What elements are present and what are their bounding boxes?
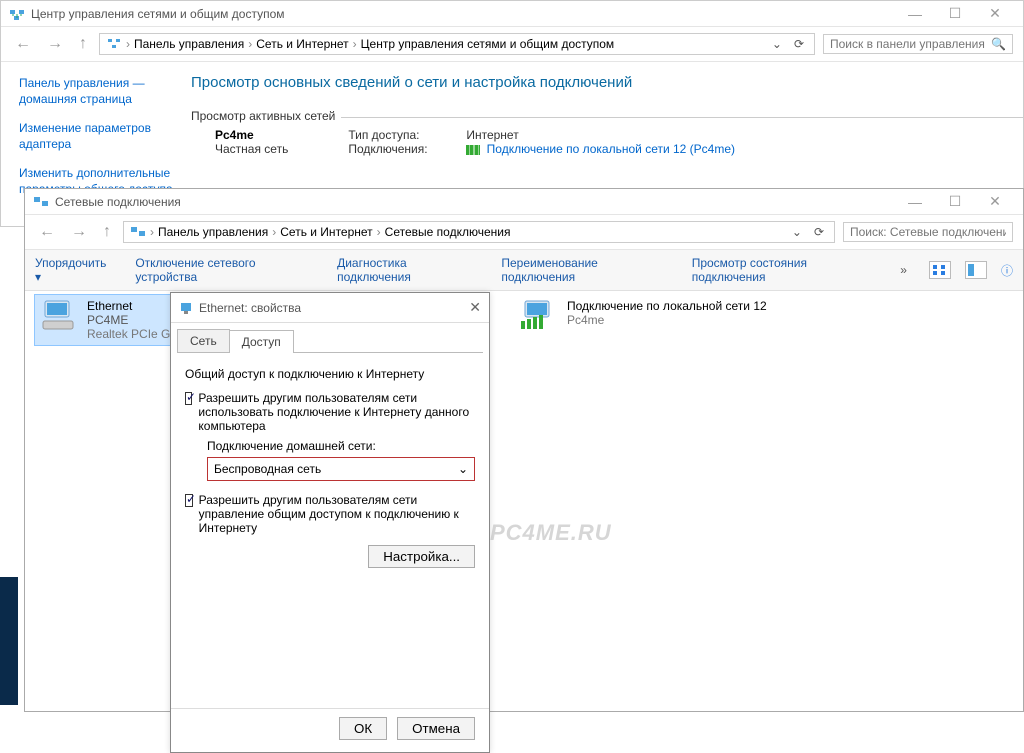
ethernet-adapter-icon bbox=[39, 299, 79, 333]
chevron-right-icon: › bbox=[377, 225, 381, 239]
network-center-icon bbox=[9, 6, 25, 22]
close-icon[interactable]: ✕ bbox=[469, 299, 481, 316]
signal-bars-icon bbox=[466, 145, 480, 155]
checkbox-checked-icon[interactable] bbox=[185, 392, 192, 405]
network-name: Pc4me bbox=[215, 128, 288, 142]
nav-row: ← → ↑ › Панель управления › Сеть и Интер… bbox=[1, 27, 1023, 62]
page-heading: Просмотр основных сведений о сети и наст… bbox=[191, 74, 1023, 91]
access-type-value: Интернет bbox=[466, 128, 518, 142]
toolbar: Упорядочить ▾ Отключение сетевого устрой… bbox=[25, 250, 1023, 291]
window-title: Центр управления сетями и общим доступом bbox=[31, 7, 895, 21]
view-mode-button[interactable] bbox=[929, 261, 951, 279]
search-field[interactable] bbox=[830, 37, 991, 51]
network-connections-icon bbox=[33, 194, 49, 210]
checkbox-checked-icon[interactable] bbox=[185, 494, 193, 507]
close-button[interactable]: ✕ bbox=[975, 5, 1015, 22]
dialog-title: Ethernet: свойства bbox=[199, 301, 469, 315]
search-icon: 🔍 bbox=[991, 37, 1006, 51]
chevron-right-icon: › bbox=[126, 37, 130, 51]
connection-item-lan12[interactable]: Подключение по локальной сети 12 Pc4me bbox=[515, 295, 775, 337]
search-input[interactable]: 🔍 bbox=[823, 34, 1013, 54]
connection-device: Pc4me bbox=[567, 313, 767, 327]
sharing-group-title: Общий доступ к подключению к Интернету bbox=[185, 367, 475, 381]
maximize-button[interactable]: ☐ bbox=[935, 193, 975, 210]
forward-button[interactable]: → bbox=[43, 35, 67, 53]
connections-label: Подключения: bbox=[348, 142, 448, 156]
sidebar-item-adapter-settings[interactable]: Изменение параметров адаптера bbox=[19, 121, 173, 152]
up-button[interactable]: ↑ bbox=[99, 223, 115, 241]
refresh-icon[interactable]: ⟳ bbox=[810, 225, 828, 239]
network-type: Частная сеть bbox=[215, 142, 288, 156]
access-type-label: Тип доступа: bbox=[348, 128, 448, 142]
dialog-body: Общий доступ к подключению к Интернету Р… bbox=[171, 353, 489, 708]
search-input[interactable] bbox=[843, 222, 1013, 242]
breadcrumb-segment[interactable]: Центр управления сетями и общим доступом bbox=[361, 37, 615, 51]
breadcrumb-segment[interactable]: Сеть и Интернет bbox=[280, 225, 372, 239]
sidebar-item-home[interactable]: Панель управления — домашняя страница bbox=[19, 76, 173, 107]
network-connections-icon bbox=[130, 224, 146, 240]
allow-control-label: Разрешить другим пользователям сети упра… bbox=[199, 493, 475, 535]
chevron-right-icon: › bbox=[272, 225, 276, 239]
chevron-down-icon: ⌄ bbox=[458, 462, 468, 476]
back-button[interactable]: ← bbox=[35, 223, 59, 241]
active-network-block: Pc4me Частная сеть bbox=[215, 128, 288, 156]
allow-others-label: Разрешить другим пользователям сети испо… bbox=[198, 391, 475, 433]
breadcrumb-segment[interactable]: Сетевые подключения bbox=[385, 225, 511, 239]
home-connection-value: Беспроводная сеть bbox=[214, 462, 321, 476]
refresh-icon[interactable]: ⟳ bbox=[790, 37, 808, 51]
up-button[interactable]: ↑ bbox=[75, 35, 91, 53]
allow-control-checkbox-row[interactable]: Разрешить другим пользователям сети упра… bbox=[185, 493, 475, 535]
help-icon[interactable]: ⓘ bbox=[1001, 262, 1013, 279]
chevron-right-icon: › bbox=[353, 37, 357, 51]
rename-button[interactable]: Переименование подключения bbox=[501, 256, 669, 284]
chevron-right-icon: › bbox=[248, 37, 252, 51]
search-field[interactable] bbox=[850, 225, 1006, 239]
dialog-titlebar: Ethernet: свойства ✕ bbox=[171, 293, 489, 323]
window-title: Сетевые подключения bbox=[55, 195, 895, 209]
tab-sharing[interactable]: Доступ bbox=[229, 330, 294, 353]
nav-row: ← → ↑ › Панель управления › Сеть и Интер… bbox=[25, 215, 1023, 250]
minimize-button[interactable]: — bbox=[895, 194, 935, 210]
breadcrumb-segment[interactable]: Панель управления bbox=[158, 225, 268, 239]
breadcrumb-segment[interactable]: Панель управления bbox=[134, 37, 244, 51]
settings-button[interactable]: Настройка... bbox=[368, 545, 475, 568]
disable-device-button[interactable]: Отключение сетевого устройства bbox=[135, 256, 315, 284]
ethernet-properties-dialog: Ethernet: свойства ✕ Сеть Доступ Общий д… bbox=[170, 292, 490, 753]
ethernet-adapter-icon bbox=[519, 299, 559, 333]
network-center-icon bbox=[106, 36, 122, 52]
allow-others-checkbox-row[interactable]: Разрешить другим пользователям сети испо… bbox=[185, 391, 475, 433]
home-connection-label: Подключение домашней сети: bbox=[207, 439, 475, 453]
breadcrumb[interactable]: › Панель управления › Сеть и Интернет › … bbox=[99, 33, 815, 55]
maximize-button[interactable]: ☐ bbox=[935, 5, 975, 22]
connection-name: Подключение по локальной сети 12 bbox=[567, 299, 767, 313]
taskbar-fragment bbox=[0, 577, 18, 705]
cancel-button[interactable]: Отмена bbox=[397, 717, 475, 740]
close-button[interactable]: ✕ bbox=[975, 193, 1015, 210]
breadcrumb-segment[interactable]: Сеть и Интернет bbox=[256, 37, 348, 51]
forward-button[interactable]: → bbox=[67, 223, 91, 241]
ok-button[interactable]: ОК bbox=[339, 717, 387, 740]
titlebar: Центр управления сетями и общим доступом… bbox=[1, 1, 1023, 27]
active-networks-label: Просмотр активных сетей bbox=[191, 109, 341, 123]
diagnose-button[interactable]: Диагностика подключения bbox=[337, 256, 479, 284]
preview-pane-button[interactable] bbox=[965, 261, 987, 279]
view-status-button[interactable]: Просмотр состояния подключения bbox=[692, 256, 879, 284]
ethernet-icon bbox=[179, 301, 193, 315]
connections-value: Подключение по локальной сети 12 (Pc4me) bbox=[466, 142, 735, 156]
toolbar-overflow[interactable]: » bbox=[900, 263, 907, 277]
home-connection-combo[interactable]: Беспроводная сеть ⌄ bbox=[207, 457, 475, 481]
titlebar: Сетевые подключения — ☐ ✕ bbox=[25, 189, 1023, 215]
dialog-tabs: Сеть Доступ bbox=[177, 329, 483, 353]
connection-link[interactable]: Подключение по локальной сети 12 (Pc4me) bbox=[487, 142, 735, 156]
minimize-button[interactable]: — bbox=[895, 6, 935, 22]
tab-network[interactable]: Сеть bbox=[177, 329, 230, 352]
dialog-actions: ОК Отмена bbox=[171, 708, 489, 752]
breadcrumb[interactable]: › Панель управления › Сеть и Интернет › … bbox=[123, 221, 835, 243]
back-button[interactable]: ← bbox=[11, 35, 35, 53]
organize-menu[interactable]: Упорядочить ▾ bbox=[35, 256, 113, 284]
chevron-down-icon[interactable]: ⌄ bbox=[768, 37, 786, 51]
chevron-down-icon[interactable]: ⌄ bbox=[788, 225, 806, 239]
chevron-right-icon: › bbox=[150, 225, 154, 239]
